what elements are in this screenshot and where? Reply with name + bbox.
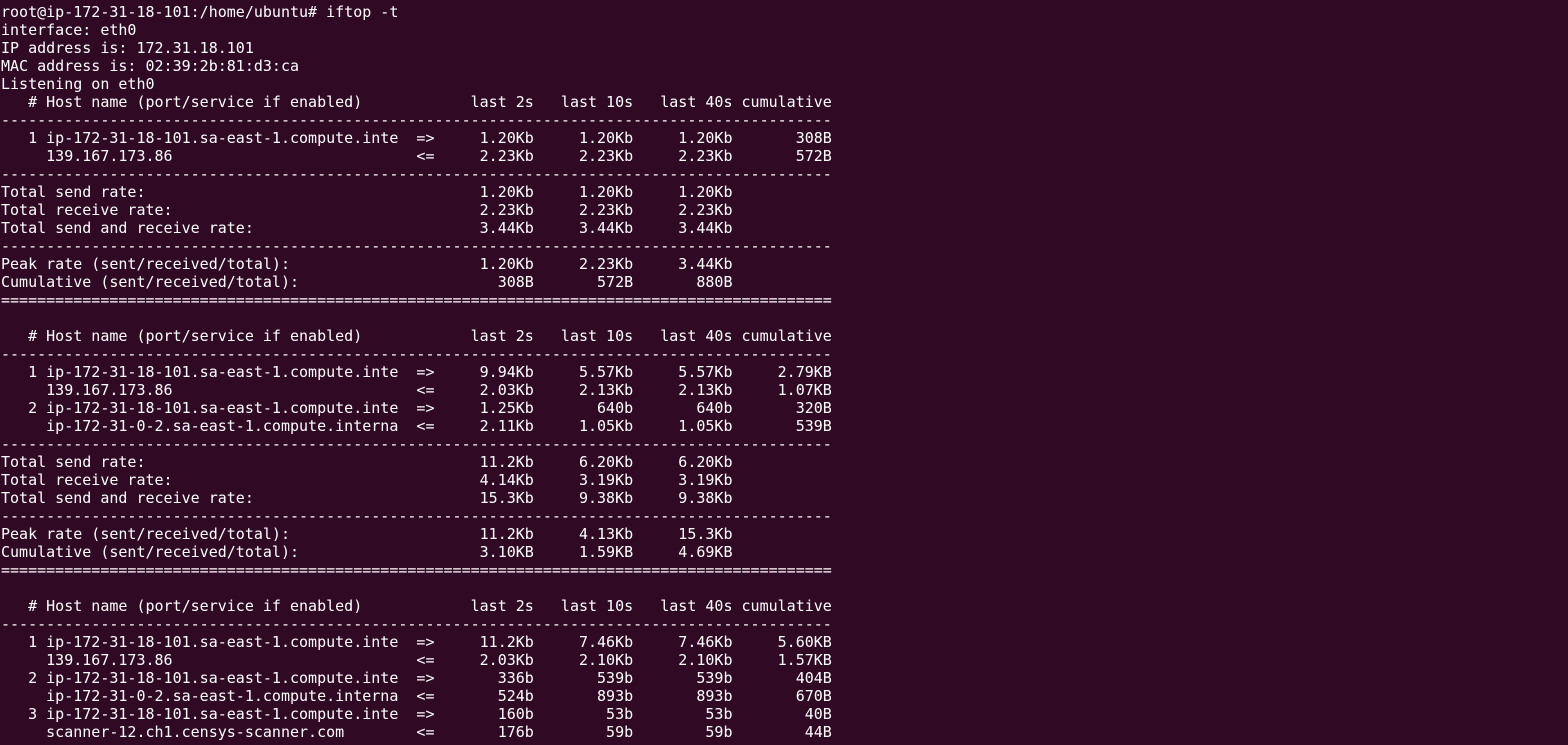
table-row: 2 ip-172-31-18-101.sa-east-1.compute.int…	[1, 399, 832, 417]
table-row: 1 ip-172-31-18-101.sa-east-1.compute.int…	[1, 363, 832, 381]
table-header: # Host name (port/service if enabled) la…	[1, 93, 832, 111]
separator-line: ----------------------------------------…	[1, 435, 832, 453]
terminal-line: interface: eth0	[1, 21, 137, 39]
total-row: Total receive rate: 2.23Kb 2.23Kb 2.23Kb	[1, 201, 733, 219]
summary-row: Peak rate (sent/received/total): 1.20Kb …	[1, 255, 733, 273]
total-row: Total send and receive rate: 15.3Kb 9.38…	[1, 489, 733, 507]
terminal-line: Listening on eth0	[1, 75, 155, 93]
table-row: ip-172-31-0-2.sa-east-1.compute.interna …	[1, 417, 832, 435]
block-separator: ========================================…	[1, 291, 832, 309]
table-row: 139.167.173.86 <= 2.03Kb 2.13Kb 2.13Kb 1…	[1, 381, 832, 399]
table-row: 3 ip-172-31-18-101.sa-east-1.compute.int…	[1, 705, 832, 723]
summary-row: Cumulative (sent/received/total): 308B 5…	[1, 273, 733, 291]
total-row: Total receive rate: 4.14Kb 3.19Kb 3.19Kb	[1, 471, 733, 489]
separator-line: ----------------------------------------…	[1, 237, 832, 255]
block-separator: ========================================…	[1, 561, 832, 579]
separator-line: ----------------------------------------…	[1, 345, 832, 363]
table-row: scanner-12.ch1.censys-scanner.com <= 176…	[1, 723, 832, 741]
total-row: Total send rate: 11.2Kb 6.20Kb 6.20Kb	[1, 453, 733, 471]
separator-line: ----------------------------------------…	[1, 615, 832, 633]
table-header: # Host name (port/service if enabled) la…	[1, 327, 832, 345]
separator-line: ----------------------------------------…	[1, 111, 832, 129]
table-row: 2 ip-172-31-18-101.sa-east-1.compute.int…	[1, 669, 832, 687]
table-row: ip-172-31-0-2.sa-east-1.compute.interna …	[1, 687, 832, 705]
total-row: Total send rate: 1.20Kb 1.20Kb 1.20Kb	[1, 183, 733, 201]
terminal-line: MAC address is: 02:39:2b:81:d3:ca	[1, 57, 300, 75]
total-row: Total send and receive rate: 3.44Kb 3.44…	[1, 219, 733, 237]
terminal-line: IP address is: 172.31.18.101	[1, 39, 254, 57]
separator-line: ----------------------------------------…	[1, 165, 832, 183]
table-row: 139.167.173.86 <= 2.03Kb 2.10Kb 2.10Kb 1…	[1, 651, 832, 669]
table-row: 1 ip-172-31-18-101.sa-east-1.compute.int…	[1, 129, 832, 147]
separator-line: ----------------------------------------…	[1, 507, 832, 525]
table-row: 1 ip-172-31-18-101.sa-east-1.compute.int…	[1, 633, 832, 651]
table-header: # Host name (port/service if enabled) la…	[1, 597, 832, 615]
terminal-output[interactable]: root@ip-172-31-18-101:/home/ubuntu# ifto…	[0, 0, 1568, 745]
summary-row: Peak rate (sent/received/total): 11.2Kb …	[1, 525, 733, 543]
terminal-line: root@ip-172-31-18-101:/home/ubuntu# ifto…	[1, 3, 399, 21]
summary-row: Cumulative (sent/received/total): 3.10KB…	[1, 543, 733, 561]
table-row: 139.167.173.86 <= 2.23Kb 2.23Kb 2.23Kb 5…	[1, 147, 832, 165]
